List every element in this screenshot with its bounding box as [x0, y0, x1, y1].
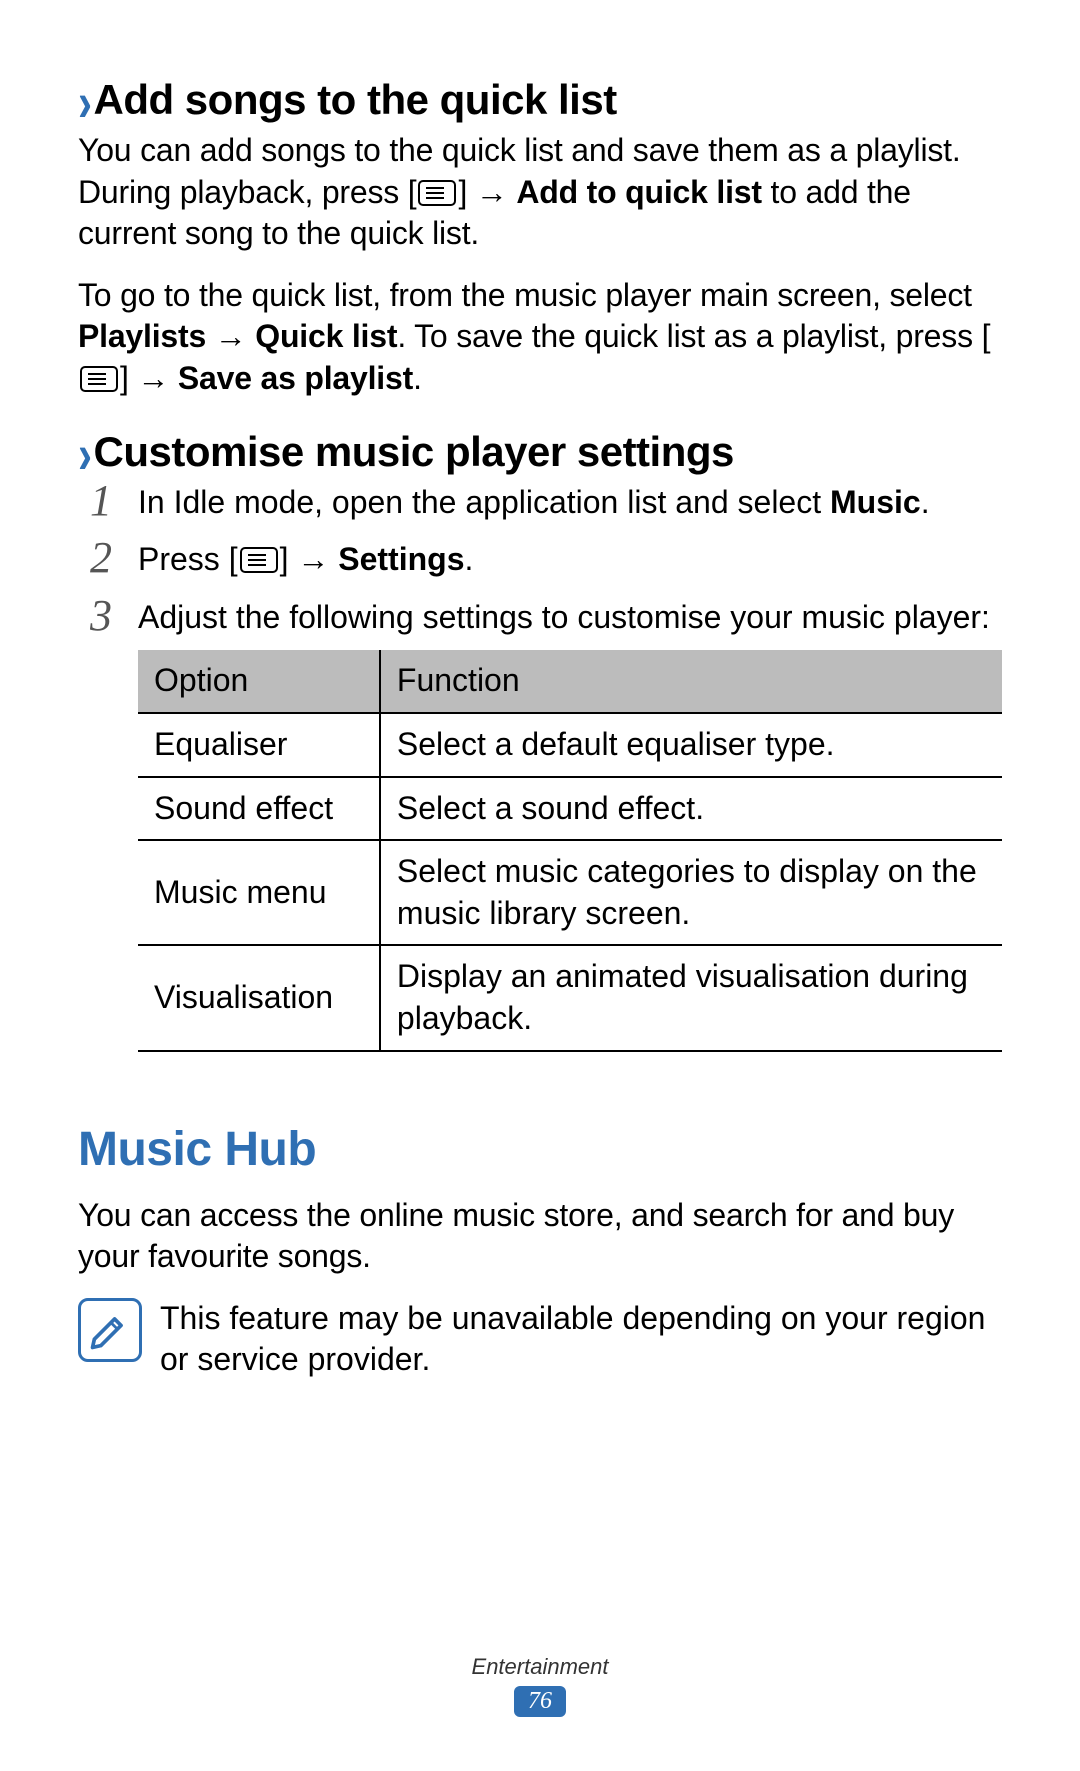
text-bold: Quick list	[255, 318, 397, 354]
text-fragment: Press [	[138, 541, 238, 577]
text-fragment: In Idle mode, open the application list …	[138, 484, 830, 520]
text-fragment: . To save the quick list as a playlist, …	[397, 318, 990, 354]
table-row: Equaliser Select a default equaliser typ…	[138, 713, 1002, 777]
menu-key-icon	[418, 180, 456, 206]
table-cell-function: Select music categories to display on th…	[380, 840, 1002, 945]
page-number-badge: 76	[514, 1686, 566, 1717]
menu-key-icon	[80, 366, 118, 392]
chevron-icon: ›	[78, 71, 92, 133]
table-header-row: Option Function	[138, 650, 1002, 713]
text-fragment: →	[206, 318, 255, 354]
text-bold: Music	[830, 484, 921, 520]
text-bold: Settings	[338, 541, 464, 577]
table-cell-function: Select a default equaliser type.	[380, 713, 1002, 777]
table-row: Music menu Select music categories to di…	[138, 840, 1002, 945]
table-header-option: Option	[138, 650, 380, 713]
music-hub-paragraph: You can access the online music store, a…	[78, 1195, 1002, 1278]
table-cell-option: Music menu	[138, 840, 380, 945]
table-cell-option: Visualisation	[138, 945, 380, 1050]
section-heading-quicklist: ›Add songs to the quick list	[78, 76, 1002, 124]
menu-key-icon	[240, 547, 278, 573]
note-text: This feature may be unavailable dependin…	[160, 1298, 1002, 1381]
footer-category: Entertainment	[0, 1654, 1080, 1680]
page-footer: Entertainment 76	[0, 1654, 1080, 1717]
text-fragment: .	[413, 360, 422, 396]
text-fragment: To go to the quick list, from the music …	[78, 277, 972, 313]
manual-page: ›Add songs to the quick list You can add…	[0, 0, 1080, 1381]
text-bold: Add to quick list	[516, 174, 762, 210]
step-number: 1	[78, 472, 124, 529]
table-row: Sound effect Select a sound effect.	[138, 777, 1002, 841]
text-fragment: .	[464, 541, 473, 577]
step-number: 2	[78, 529, 124, 586]
quicklist-paragraph-1: You can add songs to the quick list and …	[78, 130, 1002, 255]
step-item: 1 In Idle mode, open the application lis…	[78, 482, 1002, 524]
steps-list: 1 In Idle mode, open the application lis…	[78, 482, 1002, 1052]
text-bold: Save as playlist	[178, 360, 413, 396]
text-bold: Playlists	[78, 318, 206, 354]
note-block: This feature may be unavailable dependin…	[78, 1298, 1002, 1381]
step-number: 3	[78, 587, 124, 644]
section-heading-music-hub: Music Hub	[78, 1122, 1002, 1177]
section-heading-customise: ›Customise music player settings	[78, 428, 1002, 476]
heading-text: Customise music player settings	[94, 428, 734, 475]
step-item: 3 Adjust the following settings to custo…	[78, 597, 1002, 1052]
text-fragment: ] →	[458, 174, 516, 210]
step-item: 2 Press [] → Settings.	[78, 539, 1002, 581]
text-fragment: Adjust the following settings to customi…	[138, 599, 990, 635]
note-pencil-icon	[78, 1298, 142, 1362]
heading-text: Add songs to the quick list	[94, 76, 617, 123]
table-cell-option: Sound effect	[138, 777, 380, 841]
table-header-function: Function	[380, 650, 1002, 713]
table-cell-function: Select a sound effect.	[380, 777, 1002, 841]
text-fragment: ] →	[280, 541, 339, 577]
text-fragment: .	[921, 484, 930, 520]
text-fragment: ] →	[120, 360, 178, 396]
options-table: Option Function Equaliser Select a defau…	[138, 650, 1002, 1051]
table-cell-option: Equaliser	[138, 713, 380, 777]
table-row: Visualisation Display an animated visual…	[138, 945, 1002, 1050]
table-cell-function: Display an animated visualisation during…	[380, 945, 1002, 1050]
quicklist-paragraph-2: To go to the quick list, from the music …	[78, 275, 1002, 400]
